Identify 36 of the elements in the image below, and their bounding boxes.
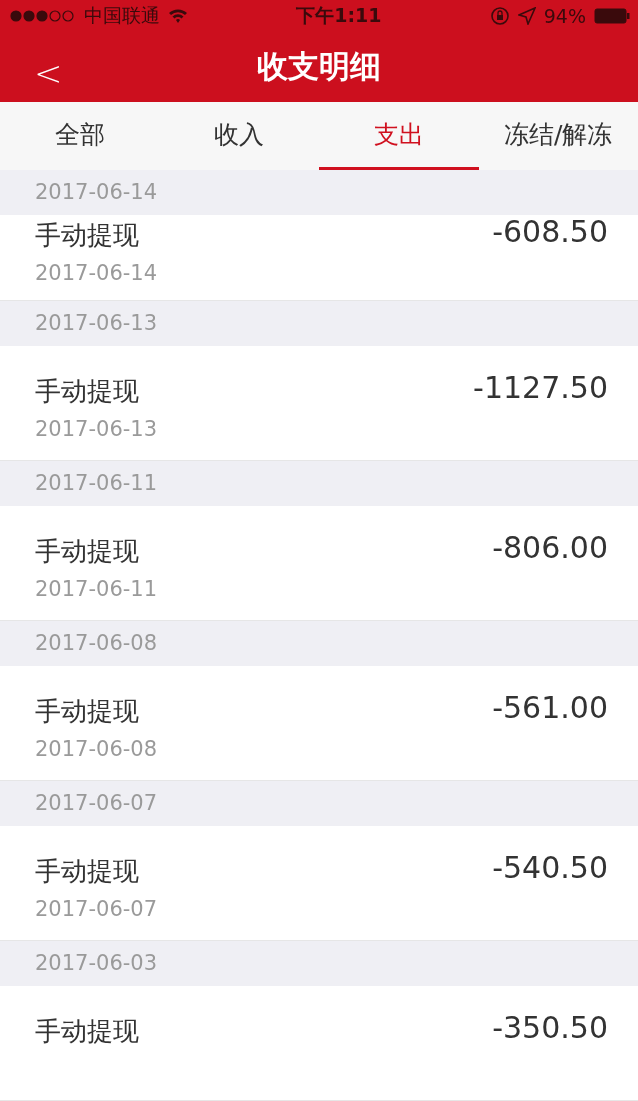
transaction-amount: -540.50 <box>492 849 608 887</box>
tab[interactable]: 收入 <box>159 102 319 170</box>
clock-time: 下午1:11 <box>295 3 383 29</box>
header-date: 2017-06-14 <box>35 180 158 205</box>
tab[interactable]: 全部 <box>0 102 160 170</box>
header-date: 2017-06-13 <box>35 311 158 336</box>
page-title: 收支明细 <box>257 47 381 87</box>
transaction-title: 手动提现 <box>35 854 139 888</box>
wifi-icon <box>168 8 188 25</box>
signal-icon <box>10 10 76 23</box>
back-button[interactable]: < <box>26 48 71 97</box>
carrier-name: 中国联通 <box>84 3 160 29</box>
rotation-lock-icon <box>489 6 510 27</box>
battery-icon <box>594 8 630 25</box>
header-date: 2017-06-07 <box>35 791 158 816</box>
transaction-amount: -561.00 <box>492 689 608 727</box>
transaction-amount: -1127.50 <box>473 369 608 407</box>
header-date: 2017-06-08 <box>35 631 158 656</box>
transaction-date: 2017-06-14 <box>35 260 158 285</box>
transaction-date: 2017-06-13 <box>35 416 158 441</box>
transaction-title: 手动提现 <box>35 534 139 568</box>
transaction-date: 2017-06-08 <box>35 736 158 761</box>
transaction-date: 2017-06-07 <box>35 896 158 921</box>
transaction-title: 手动提现 <box>35 374 139 408</box>
header-date: 2017-06-11 <box>35 471 158 496</box>
location-arrow-icon <box>517 7 536 26</box>
transaction-date: 2017-06-11 <box>35 576 158 601</box>
transaction-amount: -350.50 <box>492 1009 608 1047</box>
header-date: 2017-06-03 <box>35 951 158 976</box>
transaction-title: 手动提现 <box>35 218 139 252</box>
transaction-title: 手动提现 <box>35 694 139 728</box>
transaction-amount: -608.50 <box>492 213 608 251</box>
tab[interactable]: 冻结/解冻 <box>478 102 638 170</box>
transaction-title: 手动提现 <box>35 1014 139 1048</box>
transaction-amount: -806.00 <box>492 529 608 567</box>
battery-percent: 94% <box>543 5 586 28</box>
